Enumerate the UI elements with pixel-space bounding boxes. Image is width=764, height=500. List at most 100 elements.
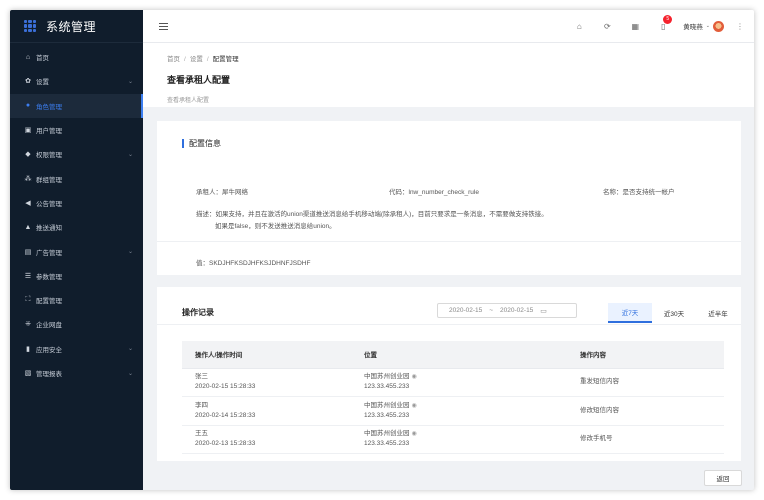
location-cell: 中国苏州创业园 ◉ 123.33.455.233 (364, 368, 580, 397)
tab-period-0[interactable]: 近7天 (608, 303, 652, 323)
grid-icon: ⁜ (25, 321, 31, 329)
fullscreen-icon[interactable]: ▦ (621, 22, 649, 31)
breadcrumb-settings[interactable]: 设置 (190, 56, 203, 63)
records-table: 操作人/操作时间 位置 操作内容 张三 2020-02-15 15:28:33 中国… (182, 341, 724, 454)
topbar: ⌂ ⟳ ▦ ▯ 5 黄晓燕 ⌄ ⋮ (143, 10, 754, 43)
sidebar-item-label: 企业网盘 (36, 322, 62, 330)
logo[interactable]: 系统管理 (10, 10, 143, 43)
chevron-down-icon: ⌄ (705, 23, 710, 29)
tenant-field: 承租人：犀牛网络 (196, 189, 248, 196)
location-name: 中国苏州创业园 (364, 373, 410, 381)
table-row: 张三 2020-02-15 15:28:33 中国苏州创业园 ◉ 123.33.455.… (182, 368, 724, 397)
value-field: 值：SKDJHFKSDJHFKSJDHNFJSDHF (196, 260, 311, 267)
chevron-down-icon: ⌄ (127, 78, 133, 85)
action-cell: 修改短信内容 (580, 396, 724, 426)
chevron-down-icon: ⌄ (127, 370, 133, 377)
period-tabs: 近7天 近30天 近半年 (608, 303, 740, 323)
page-title: 查看承租人配置 (167, 75, 231, 85)
topbar-actions: ⌂ ⟳ ▦ ▯ 5 黄晓燕 ⌄ ⋮ (565, 14, 744, 32)
location-pin-icon: ◉ (411, 374, 417, 381)
ip-address: 123.33.455.233 (364, 411, 410, 419)
table-row: 王五 2020-02-13 15:28:33 中国苏州创业园 ◉ 123.33.455.… (182, 425, 724, 454)
sidebar-item-3[interactable]: ▣ 用户管理 (10, 118, 143, 142)
avatar (713, 20, 724, 32)
sidebar-item-10[interactable]: ⛶ 配置管理 (10, 288, 143, 312)
location-pin-icon: ◉ (411, 431, 417, 438)
location-cell: 中国苏州创业园 ◉ 123.33.455.233 (364, 425, 580, 454)
sidebar-item-5[interactable]: ⁂ 群组管理 (10, 166, 143, 190)
description-field: 描述：如果支持，并且在激活的union渠道推送消息给手机移动端(除承租人)，目前… (196, 211, 548, 230)
ip-address: 123.33.455.233 (364, 383, 410, 391)
sidebar-item-6[interactable]: ◀ 公告管理 (10, 191, 143, 215)
sidebar-item-label: 首页 (36, 55, 49, 63)
ad-icon: ▤ (24, 248, 32, 256)
divider (157, 241, 741, 242)
gear-icon: ✿ (25, 78, 31, 86)
sidebar-item-4[interactable]: ◆ 权限管理 ⌄ (10, 142, 143, 166)
app-title: 系统管理 (46, 19, 97, 34)
column-header-action: 操作内容 (580, 341, 724, 369)
tab-period-2[interactable]: 近半年 (696, 303, 740, 323)
operator-cell: 李四 2020-02-14 15:28:33 (182, 396, 364, 426)
location-name: 中国苏州创业园 (364, 430, 410, 438)
sidebar-item-label: 推送通知 (36, 225, 62, 233)
sidebar-item-label: 公告管理 (36, 200, 62, 208)
tabs-divider (157, 324, 741, 325)
location-cell: 中国苏州创业园 ◉ 123.33.455.233 (364, 396, 580, 426)
name-field: 名称：是否支持统一帐户 (603, 189, 675, 196)
id-card-icon: ▣ (24, 127, 32, 135)
sidebar-menu: ⌂ 首页 ✿ 设置 ⌄ ● 角色管理 ▣ 用户管理 ◆ 权限管理 ⌄ ⁂ 群组管理 ◀ 公告管理 ▲ 推送通知 ▤ 广… (10, 43, 143, 385)
action-cell: 重发短信内容 (580, 368, 724, 397)
bell-icon[interactable]: ▯ 5 (649, 14, 677, 31)
date-start: 2020-02-15 (449, 307, 483, 314)
sidebar-item-label: 配置管理 (36, 298, 62, 306)
table-row: 李四 2020-02-14 15:28:33 中国苏州创业园 ◉ 123.33.455.… (182, 396, 724, 426)
operator-name: 张三 (195, 373, 208, 381)
user-menu[interactable]: 黄晓燕 ⌄ (683, 20, 724, 32)
megaphone-icon: ◀ (25, 199, 31, 207)
user-name: 黄晓燕 (683, 24, 703, 31)
date-range-picker[interactable]: 2020-02-15 ~ 2020-02-15 ▭ (437, 303, 577, 318)
back-button[interactable]: 返回 (704, 470, 742, 486)
records-title: 操作记录 (182, 308, 214, 317)
sidebar-item-13[interactable]: ▧ 管理报表 ⌄ (10, 361, 143, 385)
shield-icon: ◆ (25, 151, 31, 159)
page-header: 首页 / 设置 / 配置管理 查看承租人配置 查看承租人配置 (143, 43, 754, 107)
code-field: 代码：lnw_number_check_rule (389, 189, 479, 196)
sidebar-item-label: 用户管理 (36, 128, 62, 136)
sidebar-item-7[interactable]: ▲ 推送通知 (10, 215, 143, 239)
config-icon: ⛶ (25, 296, 31, 304)
sidebar-item-11[interactable]: ⁜ 企业网盘 (10, 312, 143, 336)
bell-icon: ▲ (24, 223, 32, 231)
page-subtitle: 查看承租人配置 (167, 98, 210, 104)
sidebar-item-label: 广告管理 (36, 249, 62, 257)
more-vertical-icon[interactable]: ⋮ (736, 22, 744, 31)
operation-time: 2020-02-15 15:28:33 (195, 383, 256, 391)
user-circle-icon: ● (25, 102, 31, 110)
sidebar-item-12[interactable]: ▮ 应用安全 ⌄ (10, 337, 143, 361)
sidebar-item-2[interactable]: ● 角色管理 (10, 93, 143, 119)
sidebar-item-label: 群组管理 (36, 176, 62, 184)
list-icon: ☰ (24, 272, 32, 280)
sidebar-item-8[interactable]: ▤ 广告管理 ⌄ (10, 239, 143, 263)
sidebar-item-1[interactable]: ✿ 设置 ⌄ (10, 69, 143, 93)
chevron-down-icon: ⌄ (127, 151, 133, 158)
breadcrumb-home[interactable]: 首页 (167, 56, 180, 63)
action-cell: 修改手机号 (580, 425, 724, 454)
tab-period-1[interactable]: 近30天 (652, 303, 696, 323)
notification-badge: 5 (663, 14, 673, 24)
home-icon: ⌂ (25, 53, 31, 61)
sidebar-item-label: 设置 (36, 79, 49, 87)
menu-toggle-icon[interactable] (159, 22, 168, 30)
sidebar-item-label: 管理报表 (36, 371, 62, 378)
sidebar-item-label: 权限管理 (36, 152, 62, 160)
sidebar: 系统管理 ⌂ 首页 ✿ 设置 ⌄ ● 角色管理 ▣ 用户管理 ◆ 权限管理 ⌄ ⁂ 群组管理 ◀ 公告管理 ▲ 推… (10, 10, 143, 490)
sidebar-item-0[interactable]: ⌂ 首页 (10, 45, 143, 69)
app-window: 系统管理 ⌂ 首页 ✿ 设置 ⌄ ● 角色管理 ▣ 用户管理 ◆ 权限管理 ⌄ ⁂ 群组管理 ◀ 公告管理 ▲ 推… (10, 10, 754, 490)
sidebar-item-9[interactable]: ☰ 参数管理 (10, 264, 143, 288)
refresh-icon[interactable]: ⟳ (593, 22, 621, 31)
date-end: 2020-02-15 (500, 307, 534, 314)
home-icon[interactable]: ⌂ (565, 22, 593, 31)
config-section-title: 配置信息 (182, 138, 221, 149)
operator-name: 李四 (195, 401, 208, 409)
